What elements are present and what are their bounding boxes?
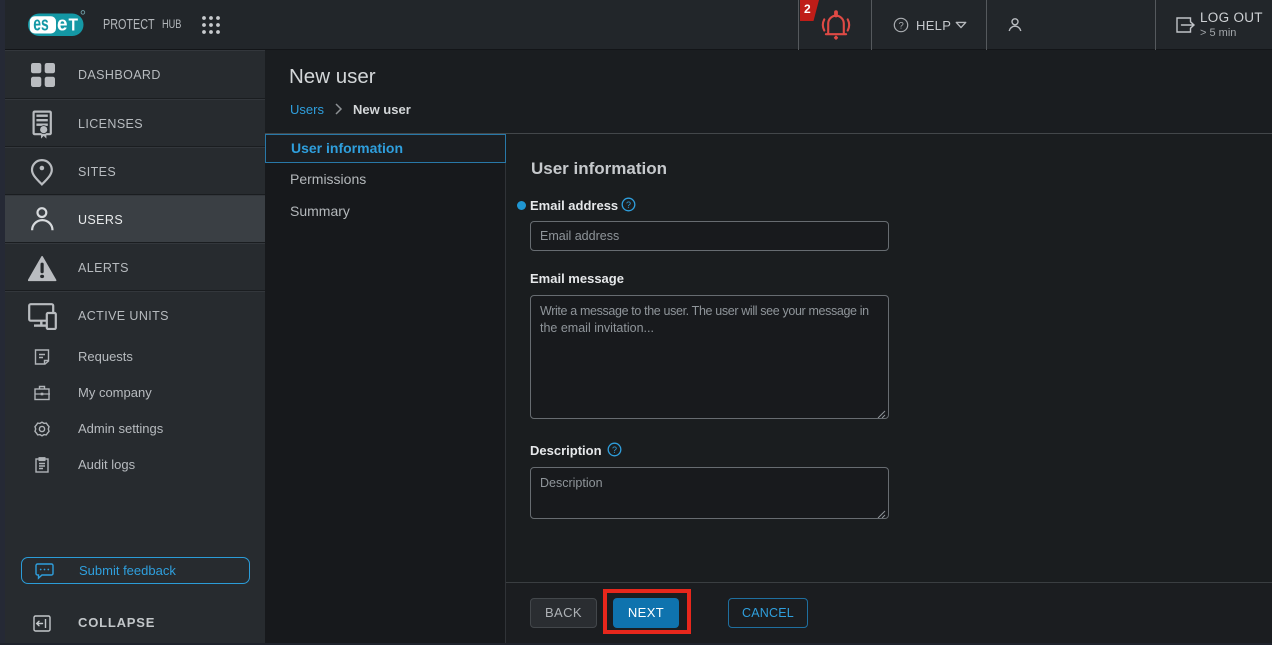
svg-text:?: ? (612, 445, 617, 455)
svg-text:?: ? (626, 200, 631, 210)
svg-text:es: es (33, 13, 49, 35)
svg-text:?: ? (899, 21, 904, 32)
svg-text:e: e (57, 13, 68, 35)
svg-text:T: T (69, 14, 79, 34)
